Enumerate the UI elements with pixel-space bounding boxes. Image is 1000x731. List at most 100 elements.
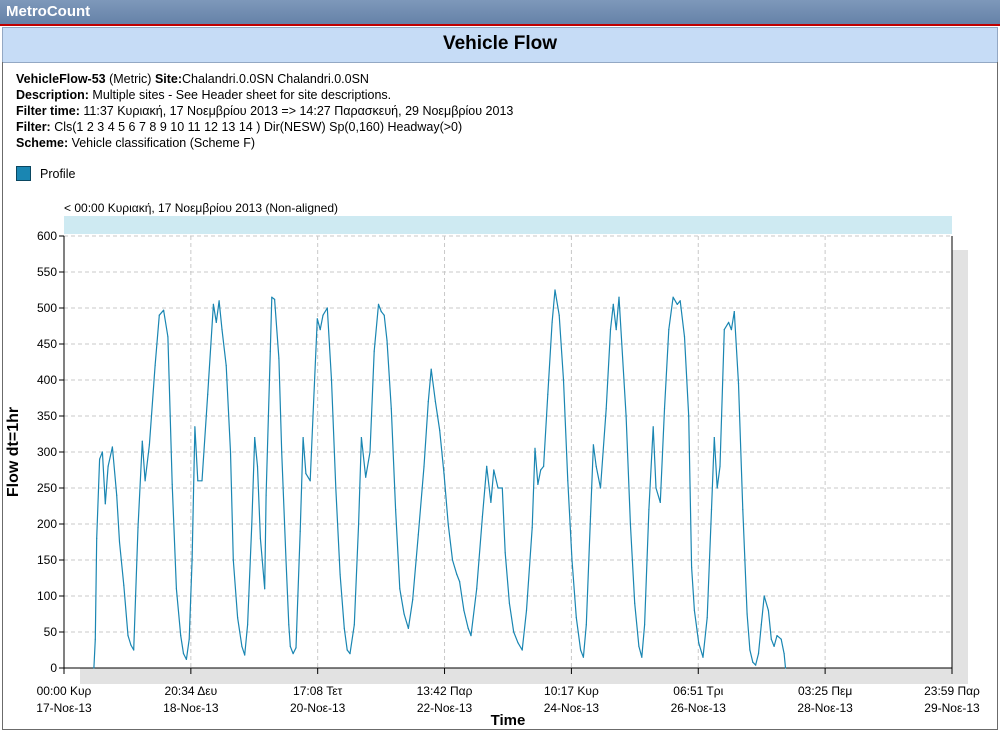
data-point [218, 300, 220, 302]
data-point [683, 336, 686, 338]
data-point [399, 588, 401, 590]
data-point [728, 321, 730, 323]
y-tick-label: 0 [50, 661, 57, 675]
data-point [194, 426, 196, 428]
data-point [490, 501, 492, 503]
x-tick-label-time: 10:17 Κυρ [544, 684, 599, 698]
data-point [737, 383, 740, 385]
x-tick-label-time: 20:34 Δευ [165, 684, 218, 698]
data-point [237, 617, 239, 619]
data-point [534, 447, 536, 449]
data-point [467, 627, 469, 630]
data-point [585, 624, 587, 626]
data-point [111, 446, 113, 448]
y-tick-label: 200 [37, 517, 57, 531]
y-tick-label: 450 [37, 337, 57, 351]
data-point [434, 401, 436, 403]
data-point [171, 483, 173, 485]
data-point [395, 509, 397, 511]
data-point [116, 494, 118, 496]
data-point [343, 627, 345, 630]
data-point [618, 296, 620, 298]
y-tick-label: 250 [37, 481, 57, 495]
data-point [679, 300, 681, 302]
x-axis-title: Time [491, 712, 526, 729]
data-point [330, 379, 333, 381]
y-tick-label: 150 [37, 553, 57, 567]
data-point [780, 638, 782, 640]
data-point [571, 559, 573, 561]
data-point [254, 437, 256, 439]
y-tick-label: 100 [37, 589, 57, 603]
data-point [481, 516, 483, 518]
data-point [259, 537, 261, 540]
data-point [625, 415, 627, 417]
data-point [688, 415, 690, 417]
data-point [521, 649, 523, 651]
data-point [582, 656, 585, 658]
data-point [182, 653, 185, 655]
data-point [702, 656, 704, 658]
data-point [763, 595, 765, 597]
data-point [335, 487, 337, 489]
data-point [229, 451, 232, 453]
data-point [278, 357, 280, 359]
data-point [269, 350, 271, 352]
data-point [755, 664, 757, 666]
data-point [163, 309, 165, 311]
data-point [733, 311, 735, 313]
data-point [201, 480, 203, 482]
data-point [599, 487, 602, 489]
x-tick-label-date: 18-Νοε-13 [163, 701, 219, 715]
data-point [783, 653, 785, 655]
data-point [513, 631, 515, 633]
data-point [373, 350, 375, 352]
x-tick-label-time: 23:59 Παρ [924, 684, 980, 698]
data-point [575, 617, 577, 619]
data-point [447, 523, 449, 525]
data-point [459, 581, 461, 583]
y-tick-label: 550 [37, 265, 57, 279]
x-tick-label-date: 28-Νοε-13 [797, 701, 853, 715]
data-point [595, 465, 597, 467]
x-tick-label-time: 17:08 Τετ [293, 684, 343, 698]
data-point [634, 602, 636, 604]
data-point [353, 624, 355, 626]
data-point [501, 487, 503, 489]
data-point [710, 509, 713, 511]
data-point [713, 437, 715, 439]
data-point [346, 649, 348, 651]
data-point [742, 509, 744, 511]
data-point [663, 408, 666, 410]
data-point [589, 516, 592, 518]
data-point [360, 437, 362, 439]
data-point [148, 444, 150, 446]
data-point [609, 329, 612, 331]
data-point [592, 444, 595, 446]
data-point [365, 476, 367, 478]
data-point [749, 649, 751, 651]
data-point [101, 451, 103, 453]
y-axis-title: Flow dt=1hr [5, 407, 22, 497]
x-tick-label-date: 29-Νοε-13 [924, 701, 980, 715]
data-point [137, 527, 139, 529]
data-point [407, 627, 409, 630]
data-point [476, 588, 478, 590]
y-tick-label: 300 [37, 445, 57, 459]
data-point [558, 314, 560, 316]
data-point [215, 321, 217, 323]
data-point [274, 298, 276, 300]
data-point [312, 415, 314, 417]
data-point [289, 645, 291, 648]
data-point [767, 609, 770, 612]
data-point [130, 644, 132, 646]
data-point [567, 480, 569, 482]
data-point [698, 642, 700, 644]
data-point [668, 329, 670, 331]
data-point [423, 465, 425, 467]
data-point [221, 329, 223, 331]
data-point [133, 649, 135, 651]
data-point [493, 469, 495, 471]
data-point [188, 638, 190, 640]
data-point [369, 451, 371, 453]
